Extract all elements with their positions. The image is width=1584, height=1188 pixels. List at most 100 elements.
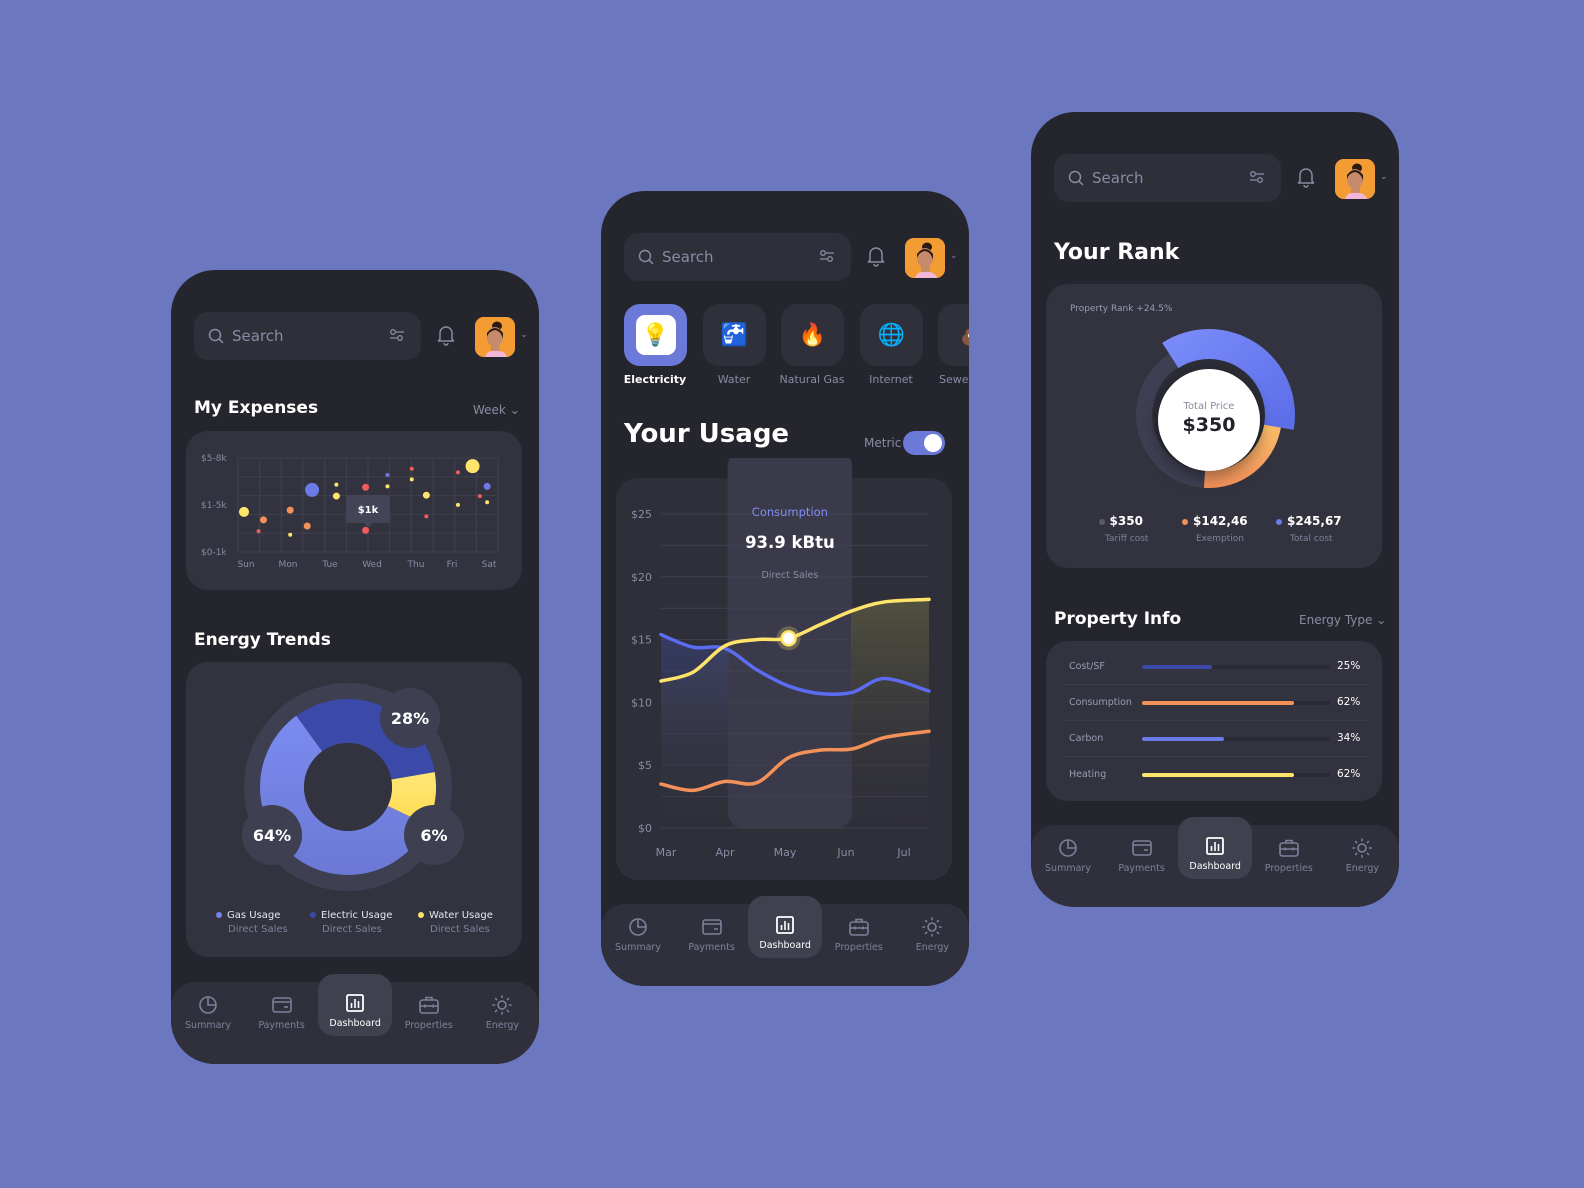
scatter-point[interactable] xyxy=(483,482,491,490)
scatter-point[interactable] xyxy=(362,483,370,491)
faucet-icon: 🚰 xyxy=(720,322,749,348)
energy-type-dropdown[interactable]: Energy Type ⌄ xyxy=(1299,613,1386,627)
scatter-point[interactable] xyxy=(455,502,460,507)
nav-label: Summary xyxy=(185,1020,231,1031)
row-value: 62% xyxy=(1337,696,1361,708)
nav-item-summary[interactable]: Summary xyxy=(601,904,675,966)
nav-item-dashboard[interactable]: Dashboard xyxy=(748,896,823,958)
metric-toggle[interactable] xyxy=(903,431,945,455)
scatter-point[interactable] xyxy=(485,500,490,505)
legend-value: $350 xyxy=(1109,514,1143,528)
y-tick-label: $5-8k xyxy=(201,454,227,464)
avatar[interactable] xyxy=(905,238,945,278)
top-bar: ⌄ xyxy=(194,312,534,360)
search-input[interactable] xyxy=(232,327,372,345)
energy-donut-chart: 28% 6% 64% xyxy=(242,683,464,891)
bell-icon[interactable] xyxy=(1296,166,1316,188)
metric-label: Metric xyxy=(864,436,902,450)
usage-title: Your Usage xyxy=(624,419,790,449)
utility-electricity[interactable]: 💡 xyxy=(624,304,687,366)
scatter-point[interactable] xyxy=(305,482,320,497)
nav-item-summary[interactable]: Summary xyxy=(171,982,245,1044)
legend-tariff: $350 Tariff cost xyxy=(1093,514,1148,544)
chevron-down-icon[interactable]: ⌄ xyxy=(950,251,958,261)
avatar[interactable] xyxy=(1335,159,1375,199)
legend-label: Water Usage xyxy=(429,910,493,921)
scatter-point[interactable] xyxy=(259,516,267,524)
pie-chart-icon xyxy=(629,918,647,936)
scatter-point[interactable] xyxy=(385,472,390,477)
y-tick-label: $0 xyxy=(638,822,652,835)
x-tick-label: Sat xyxy=(482,560,497,570)
scatter-point[interactable] xyxy=(256,529,261,534)
search-input[interactable] xyxy=(1092,169,1232,187)
bell-icon[interactable] xyxy=(866,245,886,267)
filter-icon[interactable] xyxy=(819,249,835,263)
nav-label: Properties xyxy=(834,942,883,953)
row-value: 34% xyxy=(1337,732,1361,744)
nav-item-energy[interactable]: Energy xyxy=(895,904,969,966)
property-row-consumption: Consumption 62% xyxy=(1062,685,1370,721)
scatter-point[interactable] xyxy=(455,470,460,475)
property-row-heating: Heating 62% xyxy=(1062,757,1367,793)
scatter-point[interactable] xyxy=(409,477,414,482)
utility-water[interactable]: 🚰 xyxy=(703,304,766,366)
period-dropdown[interactable]: Week ⌄ xyxy=(473,403,520,417)
scatter-point[interactable] xyxy=(303,522,311,530)
credit-card-icon xyxy=(1131,840,1152,856)
scatter-point[interactable] xyxy=(465,459,480,474)
usage-chart-card: $0 $5 $10 $15 $20 $25 Mar Apr May Jun Jul Consumpti… xyxy=(616,458,952,880)
scatter-point[interactable] xyxy=(239,506,249,517)
avatar[interactable] xyxy=(475,317,515,357)
search-bar[interactable] xyxy=(194,312,421,360)
total-price-badge: Total Price $350 xyxy=(1158,369,1260,471)
scatter-point[interactable] xyxy=(424,514,429,519)
expense-tooltip: $1k xyxy=(346,495,390,528)
scatter-point[interactable] xyxy=(409,466,414,471)
filter-icon[interactable] xyxy=(1249,170,1265,184)
nav-item-energy[interactable]: Energy xyxy=(465,982,539,1044)
bell-icon[interactable] xyxy=(436,324,456,346)
total-price-value: $350 xyxy=(1182,414,1236,436)
nav-label: Dashboard xyxy=(1189,861,1241,872)
nav-item-properties[interactable]: Properties xyxy=(392,982,466,1044)
scatter-point[interactable] xyxy=(334,482,339,487)
data-marker[interactable] xyxy=(780,630,797,647)
nav-label: Properties xyxy=(1264,863,1313,874)
nav-item-properties[interactable]: Properties xyxy=(1252,825,1326,887)
scatter-point[interactable] xyxy=(286,506,294,514)
utility-internet[interactable]: 🌐 xyxy=(860,304,923,366)
nav-item-energy[interactable]: Energy xyxy=(1325,825,1399,887)
search-input[interactable] xyxy=(662,248,802,266)
scatter-point[interactable] xyxy=(385,484,390,489)
nav-item-payments[interactable]: Payments xyxy=(1105,825,1179,887)
scatter-point[interactable] xyxy=(422,491,430,499)
nav-item-dashboard[interactable]: Dashboard xyxy=(1178,817,1253,879)
nav-label: Energy xyxy=(1345,863,1380,874)
scatter-point[interactable] xyxy=(288,532,293,537)
chevron-down-icon: ⌄ xyxy=(1376,613,1387,627)
progress-fill xyxy=(1142,665,1212,669)
utility-sewer[interactable]: 💩 xyxy=(938,304,969,366)
chevron-down-icon[interactable]: ⌄ xyxy=(520,330,528,340)
scatter-point[interactable] xyxy=(332,492,340,500)
filter-icon[interactable] xyxy=(389,328,405,342)
tooltip-value: 93.9 kBtu xyxy=(745,533,835,552)
legend-value: $142,46 xyxy=(1193,514,1248,528)
nav-item-summary[interactable]: Summary xyxy=(1031,825,1105,887)
scatter-point[interactable] xyxy=(477,494,482,499)
utility-label: Natural Gas xyxy=(779,373,845,386)
nav-item-properties[interactable]: Properties xyxy=(822,904,896,966)
search-bar[interactable] xyxy=(1054,154,1281,202)
nav-item-payments[interactable]: Payments xyxy=(675,904,749,966)
nav-item-dashboard[interactable]: Dashboard xyxy=(318,974,393,1036)
chevron-down-icon[interactable]: ⌄ xyxy=(1380,172,1388,182)
briefcase-icon xyxy=(418,996,439,1014)
x-tick-label: Mon xyxy=(279,560,298,570)
utility-natural-gas[interactable]: 🔥 xyxy=(781,304,844,366)
nav-item-payments[interactable]: Payments xyxy=(245,982,319,1044)
legend-exemption: $142,46 Exemption xyxy=(1182,514,1248,544)
top-bar: ⌄ xyxy=(1054,154,1394,202)
search-bar[interactable] xyxy=(624,233,851,281)
utility-label: Electricity xyxy=(623,373,687,386)
